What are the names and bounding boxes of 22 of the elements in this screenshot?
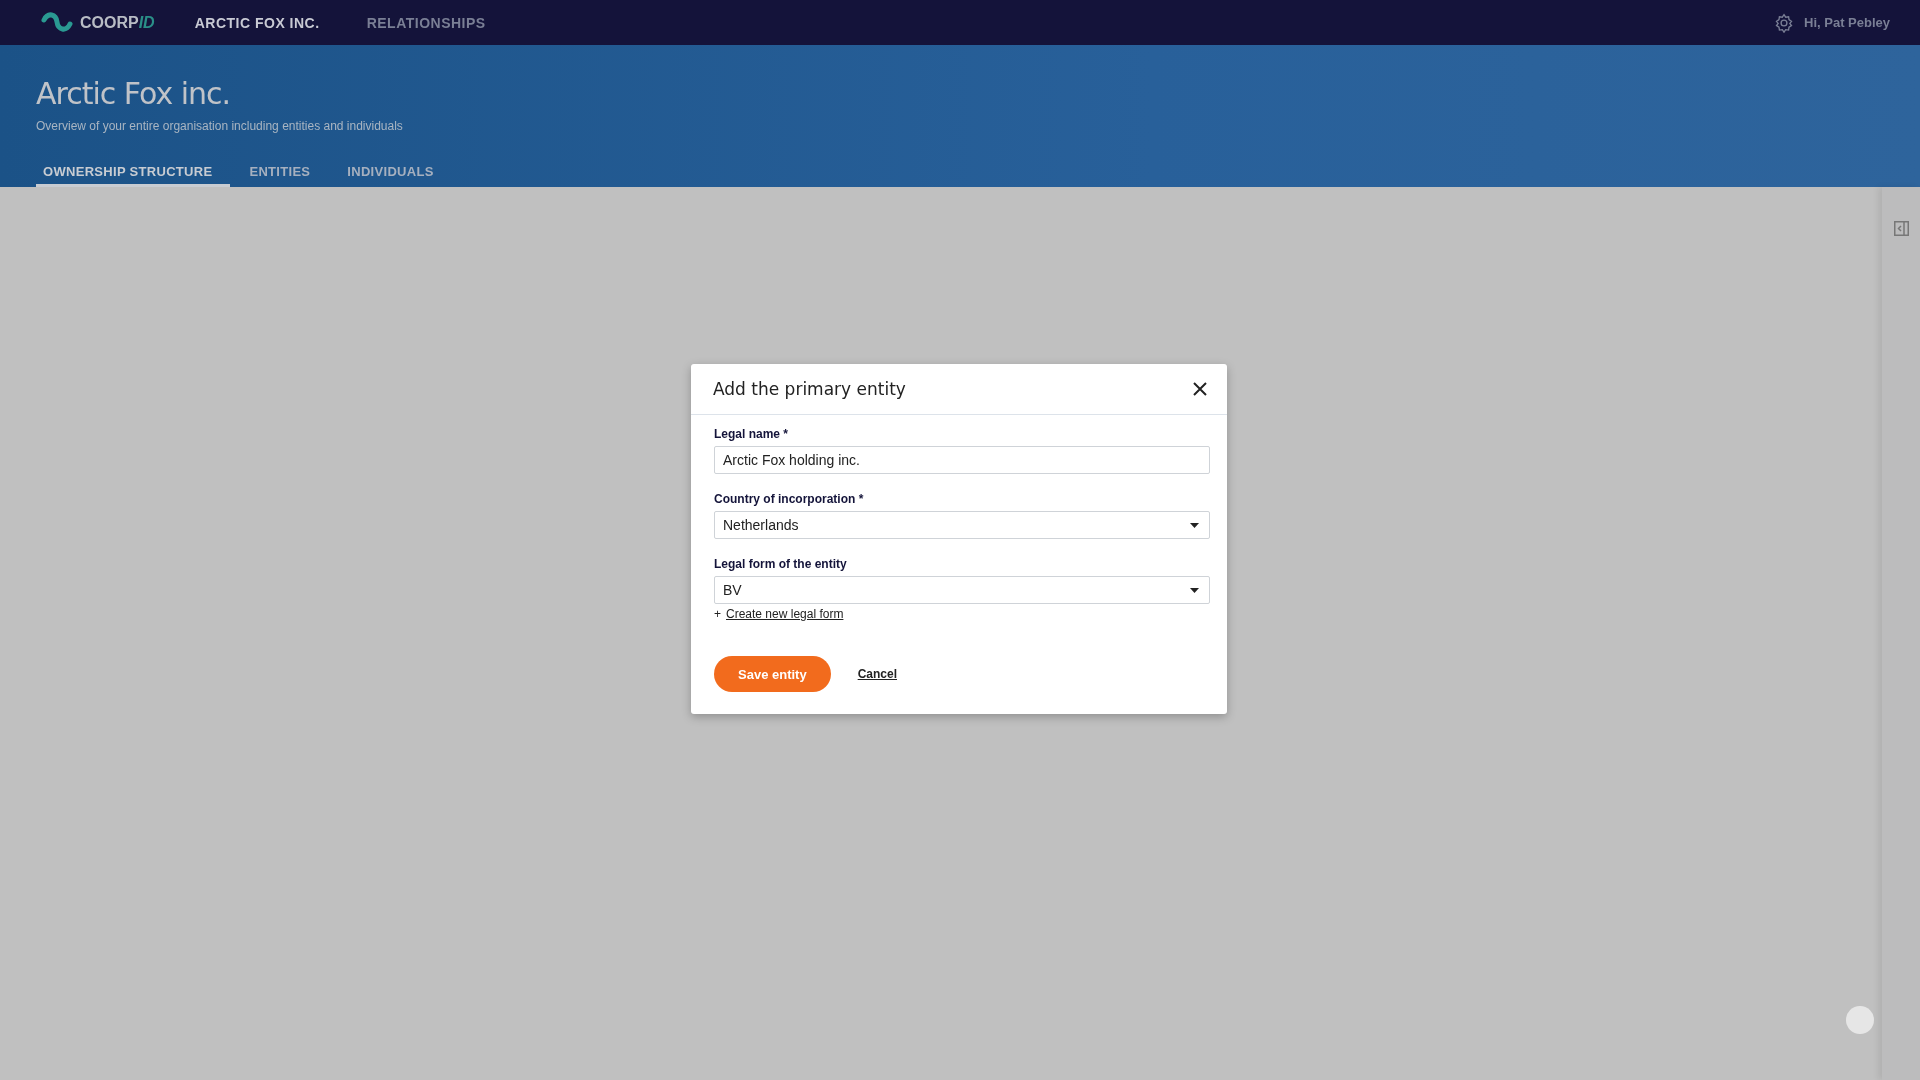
tab[interactable]: ENTITIES	[242, 164, 329, 187]
user-greeting[interactable]: Hi, Pat Pebley	[1804, 15, 1890, 30]
tab[interactable]: OWNERSHIP STRUCTURE	[36, 164, 231, 187]
field-label: Legal form of the entity	[714, 557, 848, 571]
dialog-title: Add the primary entity	[713, 379, 906, 399]
field-label: Country of incorporation *	[714, 492, 865, 506]
dropdown[interactable]: BV	[714, 576, 1210, 604]
plus-icon: +	[714, 607, 721, 621]
caret-icon	[1190, 587, 1199, 593]
cancel-link[interactable]: Cancel	[857, 667, 897, 681]
close-icon[interactable]	[1193, 382, 1207, 396]
caret-icon	[1190, 522, 1199, 528]
page-title: Arctic Fox inc.	[36, 76, 232, 111]
settings-icon[interactable]	[1774, 12, 1794, 33]
nav-link[interactable]: ARCTIC FOX INC.	[194, 14, 320, 31]
logo-text: COORPID	[80, 13, 155, 32]
create-legal-form-link[interactable]: Create new legal form	[726, 607, 844, 621]
text-field[interactable]: Arctic Fox holding inc.	[714, 446, 1210, 474]
page-subtitle: Overview of your entire organisation including entities and individuals	[36, 119, 404, 133]
nav-link[interactable]: RELATIONSHIPS	[366, 14, 486, 31]
field-label: Legal name *	[714, 427, 790, 441]
dropdown[interactable]: Netherlands	[714, 511, 1210, 539]
